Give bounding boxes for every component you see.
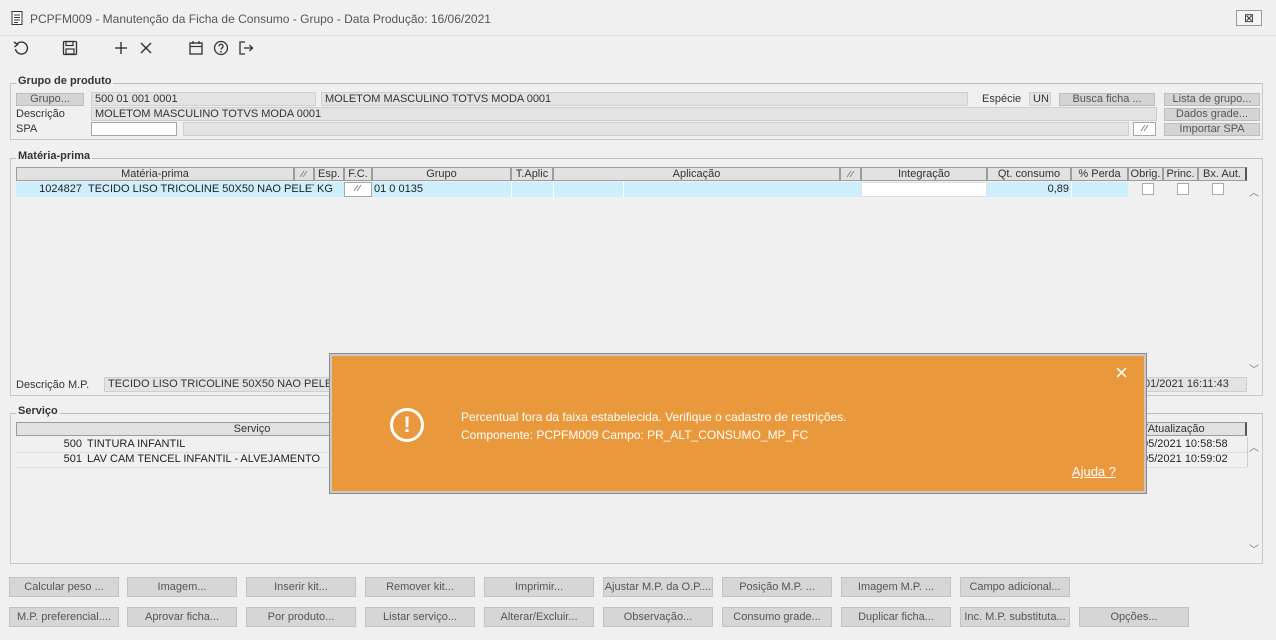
descricao-label: Descrição <box>16 108 65 120</box>
undo-icon[interactable] <box>11 38 31 58</box>
col-bx-aut[interactable]: Bx. Aut. <box>1198 167 1247 181</box>
col-perda[interactable]: % Perda <box>1071 167 1128 181</box>
importar-spa-button[interactable]: Importar SPA <box>1164 123 1260 136</box>
window-close-button[interactable]: ⊠ <box>1236 10 1262 26</box>
col-grupo[interactable]: Grupo <box>372 167 511 181</box>
exit-icon[interactable] <box>236 38 256 58</box>
document-icon <box>11 11 23 28</box>
mp-esp-cell[interactable]: KG <box>315 182 343 197</box>
alert-component: Componente: PCPFM009 Campo: PR_ALT_CONSU… <box>461 428 809 442</box>
grupo-produto-legend: Grupo de produto <box>16 75 114 87</box>
window-title: PCPFM009 - Manutenção da Ficha de Consum… <box>30 12 491 26</box>
posicao-mp-button[interactable]: Posição M.P. ... <box>722 577 832 597</box>
last-update-field: 01/2021 16:11:43 <box>1140 377 1247 392</box>
col-materia-prima[interactable]: Matéria-prima <box>16 167 294 181</box>
spa-description-field <box>183 122 1129 136</box>
scroll-down-icon[interactable]: ﹀ <box>1249 541 1259 556</box>
servico-descricao-cell[interactable]: LAV CAM TENCEL INFANTIL - ALVEJAMENTO <box>85 452 330 467</box>
servico-codigo-cell[interactable]: 500 <box>16 437 84 452</box>
lista-grupo-button[interactable]: Lista de grupo... <box>1164 93 1260 106</box>
col-materia-lookup[interactable] <box>294 167 314 181</box>
lookup-icon <box>1140 124 1148 132</box>
col-integracao[interactable]: Integração <box>861 167 987 181</box>
save-icon[interactable] <box>60 38 80 58</box>
servico-legend: Serviço <box>16 405 60 417</box>
observacao-button[interactable]: Observação... <box>603 607 713 627</box>
materia-prima-legend: Matéria-prima <box>16 150 93 162</box>
duplicar-ficha-button[interactable]: Duplicar ficha... <box>841 607 951 627</box>
lookup-icon <box>299 170 308 178</box>
col-aplicacao-lookup[interactable] <box>840 167 861 181</box>
col-atualizacao[interactable]: r/Atualização <box>1140 422 1247 436</box>
col-fc[interactable]: F.C. <box>344 167 372 181</box>
col-taplic[interactable]: T.Aplic <box>511 167 553 181</box>
remover-kit-button[interactable]: Remover kit... <box>365 577 475 597</box>
fc-lookup-button[interactable] <box>344 182 372 197</box>
descricao-field[interactable]: MOLETOM MASCULINO TOTVS MODA 0001 <box>91 107 1157 121</box>
lookup-icon <box>353 184 362 192</box>
dados-grade-button[interactable]: Dados grade... <box>1164 108 1260 121</box>
busca-ficha-button[interactable]: Busca ficha ... <box>1059 93 1155 106</box>
grupo-code-field[interactable]: 500 01 001 0001 <box>91 92 316 106</box>
descricao-mp-label: Descrição M.P. <box>16 379 90 391</box>
scroll-up-icon[interactable]: ︿ <box>1249 439 1259 454</box>
servico-data-cell[interactable]: 05/2021 10:58:58 <box>1140 437 1247 452</box>
inc-mp-substituta-button[interactable]: Inc. M.P. substituta... <box>960 607 1070 627</box>
descricao-mp-field: TECIDO LISO TRICOLINE 50X50 NAO PELETIZA… <box>104 377 332 392</box>
add-icon[interactable] <box>111 38 131 58</box>
opcoes-button[interactable]: Opções... <box>1079 607 1189 627</box>
help-icon[interactable] <box>211 38 231 58</box>
princ-checkbox[interactable] <box>1177 183 1189 195</box>
especie-label: Espécie <box>982 93 1022 105</box>
help-link[interactable]: Ajuda ? <box>1072 464 1116 479</box>
servico-data-cell[interactable]: 05/2021 10:59:02 <box>1140 452 1247 467</box>
scroll-up-icon[interactable]: ︿ <box>1249 184 1259 199</box>
title-bar: PCPFM009 - Manutenção da Ficha de Consum… <box>0 0 1276 36</box>
bx-aut-checkbox[interactable] <box>1212 183 1224 195</box>
ajustar-mp-op-button[interactable]: Ajustar M.P. da O.P.... <box>603 577 713 597</box>
inserir-kit-button[interactable]: Inserir kit... <box>246 577 356 597</box>
spa-lookup-button[interactable] <box>1133 122 1156 136</box>
grupo-button[interactable]: Grupo... <box>16 93 84 106</box>
close-icon[interactable]: × <box>1115 362 1128 384</box>
delete-icon[interactable] <box>136 38 156 58</box>
col-qt-consumo[interactable]: Qt. consumo <box>987 167 1071 181</box>
toolbar <box>0 36 1276 62</box>
mp-preferencial-button[interactable]: M.P. preferencial.... <box>9 607 119 627</box>
alert-message: Percentual fora da faixa estabelecida. V… <box>461 410 847 424</box>
mp-integracao-cell[interactable] <box>861 182 987 197</box>
especie-field: UN <box>1029 92 1051 106</box>
listar-servico-button[interactable]: Listar serviço... <box>365 607 475 627</box>
col-aplicacao[interactable]: Aplicação <box>553 167 840 181</box>
imagem-mp-button[interactable]: Imagem M.P. ... <box>841 577 951 597</box>
warning-icon: ! <box>390 408 424 442</box>
calendar-icon[interactable] <box>186 38 206 58</box>
mp-grupo-cell[interactable]: 01 0 0135 <box>372 182 511 197</box>
servico-codigo-cell[interactable]: 501 <box>16 452 84 467</box>
aprovar-ficha-button[interactable]: Aprovar ficha... <box>127 607 237 627</box>
lookup-icon <box>846 170 854 178</box>
mp-codigo-cell[interactable]: 1024827 <box>16 182 84 197</box>
spa-label: SPA <box>16 123 38 135</box>
servico-descricao-cell[interactable]: TINTURA INFANTIL <box>85 437 330 452</box>
campo-adicional-button[interactable]: Campo adicional... <box>960 577 1070 597</box>
grupo-name-field: MOLETOM MASCULINO TOTVS MODA 0001 <box>321 92 968 106</box>
por-produto-button[interactable]: Por produto... <box>246 607 356 627</box>
scroll-down-icon[interactable]: ﹀ <box>1249 361 1259 376</box>
alert-dialog: × ! Percentual fora da faixa estabelecid… <box>330 354 1146 493</box>
calcular-peso-button[interactable]: Calcular peso ... <box>9 577 119 597</box>
alterar-excluir-button[interactable]: Alterar/Excluir... <box>484 607 594 627</box>
mp-descricao-cell[interactable]: TECIDO LISO TRICOLINE 50X50 NAO PELETIZA… <box>86 182 314 197</box>
obrig-checkbox[interactable] <box>1142 183 1154 195</box>
consumo-grade-button[interactable]: Consumo grade... <box>722 607 832 627</box>
imprimir-button[interactable]: Imprimir... <box>484 577 594 597</box>
col-princ[interactable]: Princ. <box>1163 167 1198 181</box>
spa-input[interactable] <box>91 122 177 136</box>
col-obrig[interactable]: Obrig. <box>1128 167 1163 181</box>
mp-qt-consumo-cell[interactable]: 0,89 <box>987 182 1071 197</box>
col-esp[interactable]: Esp. <box>314 167 344 181</box>
imagem-button[interactable]: Imagem... <box>127 577 237 597</box>
